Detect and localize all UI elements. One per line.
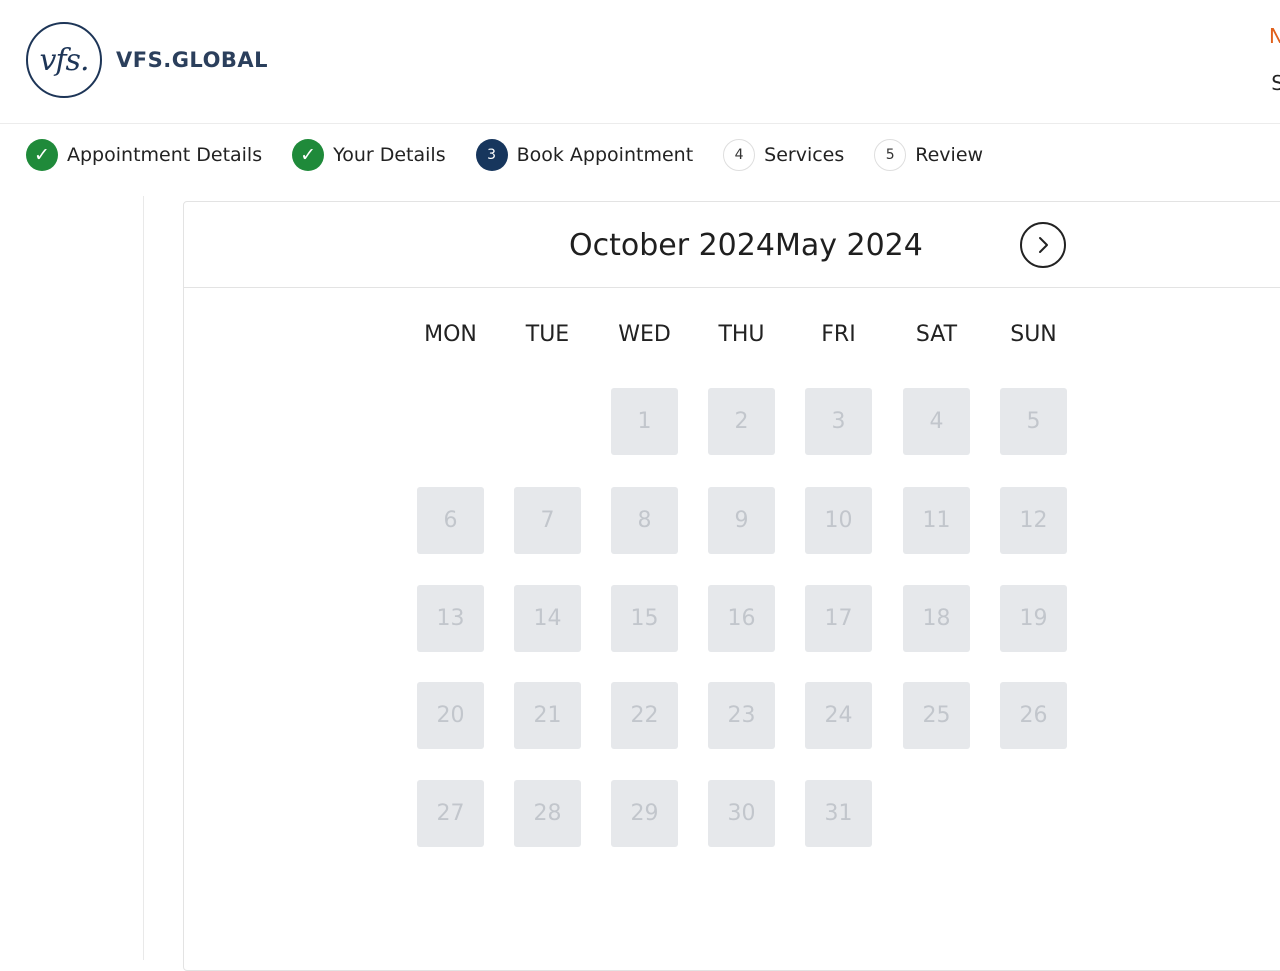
calendar-day-disabled: 13 xyxy=(417,585,484,652)
calendar-day-disabled: 5 xyxy=(1000,388,1067,455)
calendar-day-disabled: 19 xyxy=(1000,585,1067,652)
calendar-day-disabled: 14 xyxy=(514,585,581,652)
calendar-day-disabled: 25 xyxy=(903,682,970,749)
appointment-calendar: October 2024May 2024 MON TUE WED THU FRI SAT S… xyxy=(183,201,1280,971)
step-review: 5 Review xyxy=(874,139,983,171)
step-done-check-icon: ✓ xyxy=(26,139,58,171)
header-right-top-text[interactable]: N xyxy=(1269,24,1280,48)
weekday-header: FRI xyxy=(821,322,856,347)
calendar-day-disabled: 6 xyxy=(417,487,484,554)
calendar-day-disabled: 23 xyxy=(708,682,775,749)
step-number-badge: 4 xyxy=(723,139,756,171)
calendar-day-disabled: 28 xyxy=(514,780,581,847)
calendar-day-disabled: 11 xyxy=(903,487,970,554)
step-done-check-icon: ✓ xyxy=(292,139,325,171)
calendar-day-disabled: 21 xyxy=(514,682,581,749)
calendar-day-disabled: 2 xyxy=(708,388,775,455)
calendar-day-disabled: 27 xyxy=(417,780,484,847)
calendar-day-disabled: 10 xyxy=(805,487,872,554)
vfs-logo-mark: vfs. xyxy=(26,22,102,98)
weekday-header: SAT xyxy=(915,322,958,347)
vfs-logo[interactable]: vfs. VFS.GLOBAL xyxy=(26,22,268,98)
step-number-badge: 5 xyxy=(874,139,907,171)
step-appointment-details: ✓ Appointment Details xyxy=(26,139,262,171)
top-header: vfs. VFS.GLOBAL N S xyxy=(0,0,1280,124)
calendar-day-disabled: 7 xyxy=(514,487,581,554)
chevron-right-icon xyxy=(1039,237,1048,253)
calendar-day-disabled: 26 xyxy=(1000,682,1067,749)
calendar-day-disabled: 1 xyxy=(611,388,678,455)
calendar-month-title: October 2024May 2024 xyxy=(569,228,923,263)
step-label: Book Appointment xyxy=(516,144,694,166)
vfs-logo-text: VFS.GLOBAL xyxy=(116,48,269,72)
step-book-appointment: 3 Book Appointment xyxy=(475,139,694,171)
calendar-day-disabled: 29 xyxy=(611,780,678,847)
left-divider xyxy=(143,196,144,960)
calendar-day-disabled: 24 xyxy=(805,682,872,749)
step-number-badge: 3 xyxy=(475,139,508,171)
calendar-day-disabled: 15 xyxy=(611,585,678,652)
calendar-day-disabled: 17 xyxy=(805,585,872,652)
calendar-day-disabled: 3 xyxy=(805,388,872,455)
weekday-header: WED xyxy=(618,322,671,347)
calendar-day-disabled: 4 xyxy=(903,388,970,455)
calendar-day-disabled: 12 xyxy=(1000,487,1067,554)
calendar-day-disabled: 8 xyxy=(611,487,678,554)
calendar-day-disabled: 22 xyxy=(611,682,678,749)
step-label: Review xyxy=(915,144,984,166)
calendar-header: October 2024May 2024 xyxy=(184,202,1280,288)
step-services: 4 Services xyxy=(723,139,844,171)
weekday-header: THU xyxy=(718,322,765,347)
calendar-day-disabled: 9 xyxy=(708,487,775,554)
step-your-details: ✓ Your Details xyxy=(292,139,446,171)
calendar-day-disabled: 18 xyxy=(903,585,970,652)
calendar-day-disabled: 16 xyxy=(708,585,775,652)
calendar-day-disabled: 31 xyxy=(805,780,872,847)
step-label: Appointment Details xyxy=(67,144,263,166)
step-label: Your Details xyxy=(333,144,446,166)
progress-stepper: ✓ Appointment Details ✓ Your Details 3 B… xyxy=(26,138,1013,172)
header-right-bottom-text[interactable]: S xyxy=(1271,71,1280,95)
calendar-day-disabled: 30 xyxy=(708,780,775,847)
weekday-header: TUE xyxy=(525,322,570,347)
weekday-header: SUN xyxy=(1010,322,1057,347)
calendar-day-disabled: 20 xyxy=(417,682,484,749)
weekday-header: MON xyxy=(424,322,477,347)
next-month-button[interactable] xyxy=(1020,222,1066,268)
step-label: Services xyxy=(764,144,845,166)
